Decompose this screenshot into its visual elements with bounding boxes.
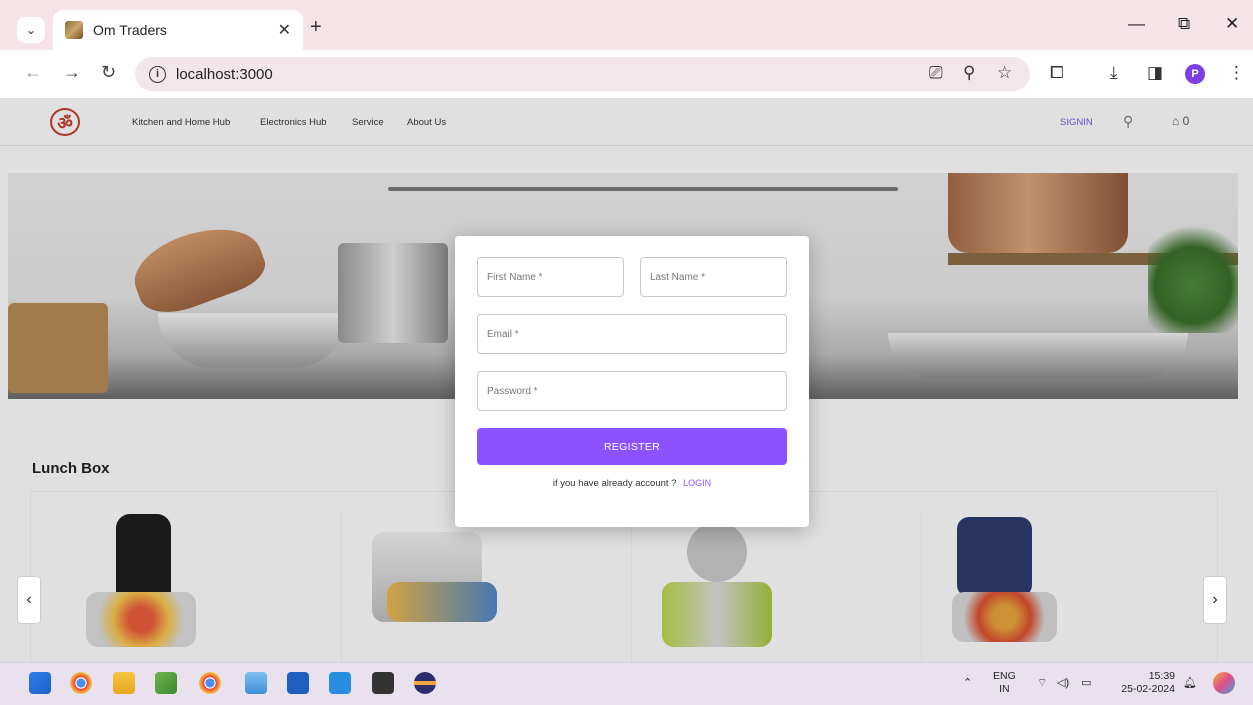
chrome-icon[interactable] — [70, 672, 92, 694]
word-icon[interactable] — [287, 672, 309, 694]
notepad-icon[interactable] — [245, 672, 267, 694]
browser-toolbar: ← → ↻ i localhost:3000 ⎚ ⚲ ☆ ⧠ ⤓ ◨ P ⋮ — [0, 50, 1253, 98]
register-button[interactable]: REGISTER — [477, 428, 787, 465]
address-bar[interactable]: i localhost:3000 — [135, 57, 1030, 91]
lang-top: ENG — [993, 670, 1016, 682]
extensions-icon[interactable]: ⧠ — [1050, 63, 1064, 83]
terminal-icon[interactable] — [372, 672, 394, 694]
start-icon[interactable] — [29, 672, 51, 694]
url-text: localhost:3000 — [176, 65, 273, 83]
eclipse-icon[interactable] — [414, 672, 436, 694]
tray-overflow-chevron-icon[interactable]: ⌃ — [963, 676, 972, 689]
close-tab-icon[interactable]: ✕ — [278, 20, 291, 40]
minimize-icon[interactable]: — — [1128, 14, 1145, 34]
restore-icon[interactable]: ⧉ — [1178, 14, 1190, 34]
tab-strip: ⌄ Om Traders ✕ + — ⧉ ✕ — [0, 0, 1253, 50]
login-prompt-text: if you have already account ? — [552, 478, 677, 489]
site-info-icon[interactable]: i — [149, 65, 166, 83]
tab-search-chevron-icon[interactable]: ⌄ — [17, 17, 45, 43]
side-panel-icon[interactable]: ◨ — [1147, 63, 1163, 83]
reload-icon[interactable]: ↻ — [101, 62, 116, 83]
chevron-left-icon: ‹ — [26, 591, 32, 608]
profile-avatar[interactable]: P — [1185, 64, 1205, 84]
close-window-icon[interactable]: ✕ — [1225, 14, 1239, 34]
clock[interactable]: 15:39 25-02-2024 — [1111, 670, 1175, 696]
first-name-field[interactable]: First Name * — [477, 257, 624, 297]
notification-bell-icon[interactable]: 🔔︎ — [1183, 676, 1197, 689]
windows-taskbar: ⌃ ENG IN ⌔ ◁) ▭ 15:39 25-02-2024 🔔︎ — [0, 662, 1253, 705]
download-icon[interactable]: ⤓ — [1110, 63, 1118, 83]
email-field[interactable]: Email * — [477, 314, 787, 354]
zoom-icon[interactable]: ⚲ — [963, 63, 975, 83]
chevron-right-icon: › — [1212, 591, 1218, 608]
login-link[interactable]: LOGIN — [683, 478, 711, 488]
last-name-field[interactable]: Last Name * — [640, 257, 787, 297]
wifi-icon[interactable]: ⌔ — [1037, 676, 1047, 690]
install-app-icon[interactable]: ⎚ — [929, 63, 943, 83]
forward-icon[interactable]: → — [63, 62, 81, 83]
lang-bottom: IN — [999, 683, 1010, 695]
menu-kebab-icon[interactable]: ⋮ — [1228, 63, 1245, 83]
favicon-icon — [65, 21, 83, 39]
register-modal: First Name * Last Name * Email * Passwor… — [455, 236, 809, 527]
browser-tab[interactable]: Om Traders ✕ — [53, 10, 303, 50]
clock-time: 15:39 — [1148, 670, 1175, 682]
back-icon[interactable]: ← — [24, 62, 42, 83]
vscode-icon[interactable] — [329, 672, 351, 694]
page-viewport: ॐ Kitchen and Home Hub Electronics Hub S… — [0, 98, 1253, 662]
language-indicator[interactable]: ENG IN — [993, 670, 1016, 696]
login-prompt-line: if you have already account ? LOGIN — [455, 478, 809, 489]
carousel-prev-button[interactable]: ‹ — [17, 576, 41, 624]
battery-icon[interactable]: ▭ — [1081, 676, 1091, 689]
volume-icon[interactable]: ◁) — [1057, 676, 1069, 689]
photos-icon[interactable] — [155, 672, 177, 694]
password-field[interactable]: Password * — [477, 371, 787, 411]
carousel-next-button[interactable]: › — [1203, 576, 1227, 624]
bookmark-star-icon[interactable]: ☆ — [997, 63, 1012, 83]
copilot-icon[interactable] — [1213, 672, 1235, 694]
chrome-profile-icon[interactable] — [199, 672, 221, 694]
new-tab-icon[interactable]: + — [310, 16, 322, 39]
clock-date: 25-02-2024 — [1121, 683, 1175, 695]
tab-title: Om Traders — [93, 22, 167, 38]
file-explorer-icon[interactable] — [113, 672, 135, 694]
